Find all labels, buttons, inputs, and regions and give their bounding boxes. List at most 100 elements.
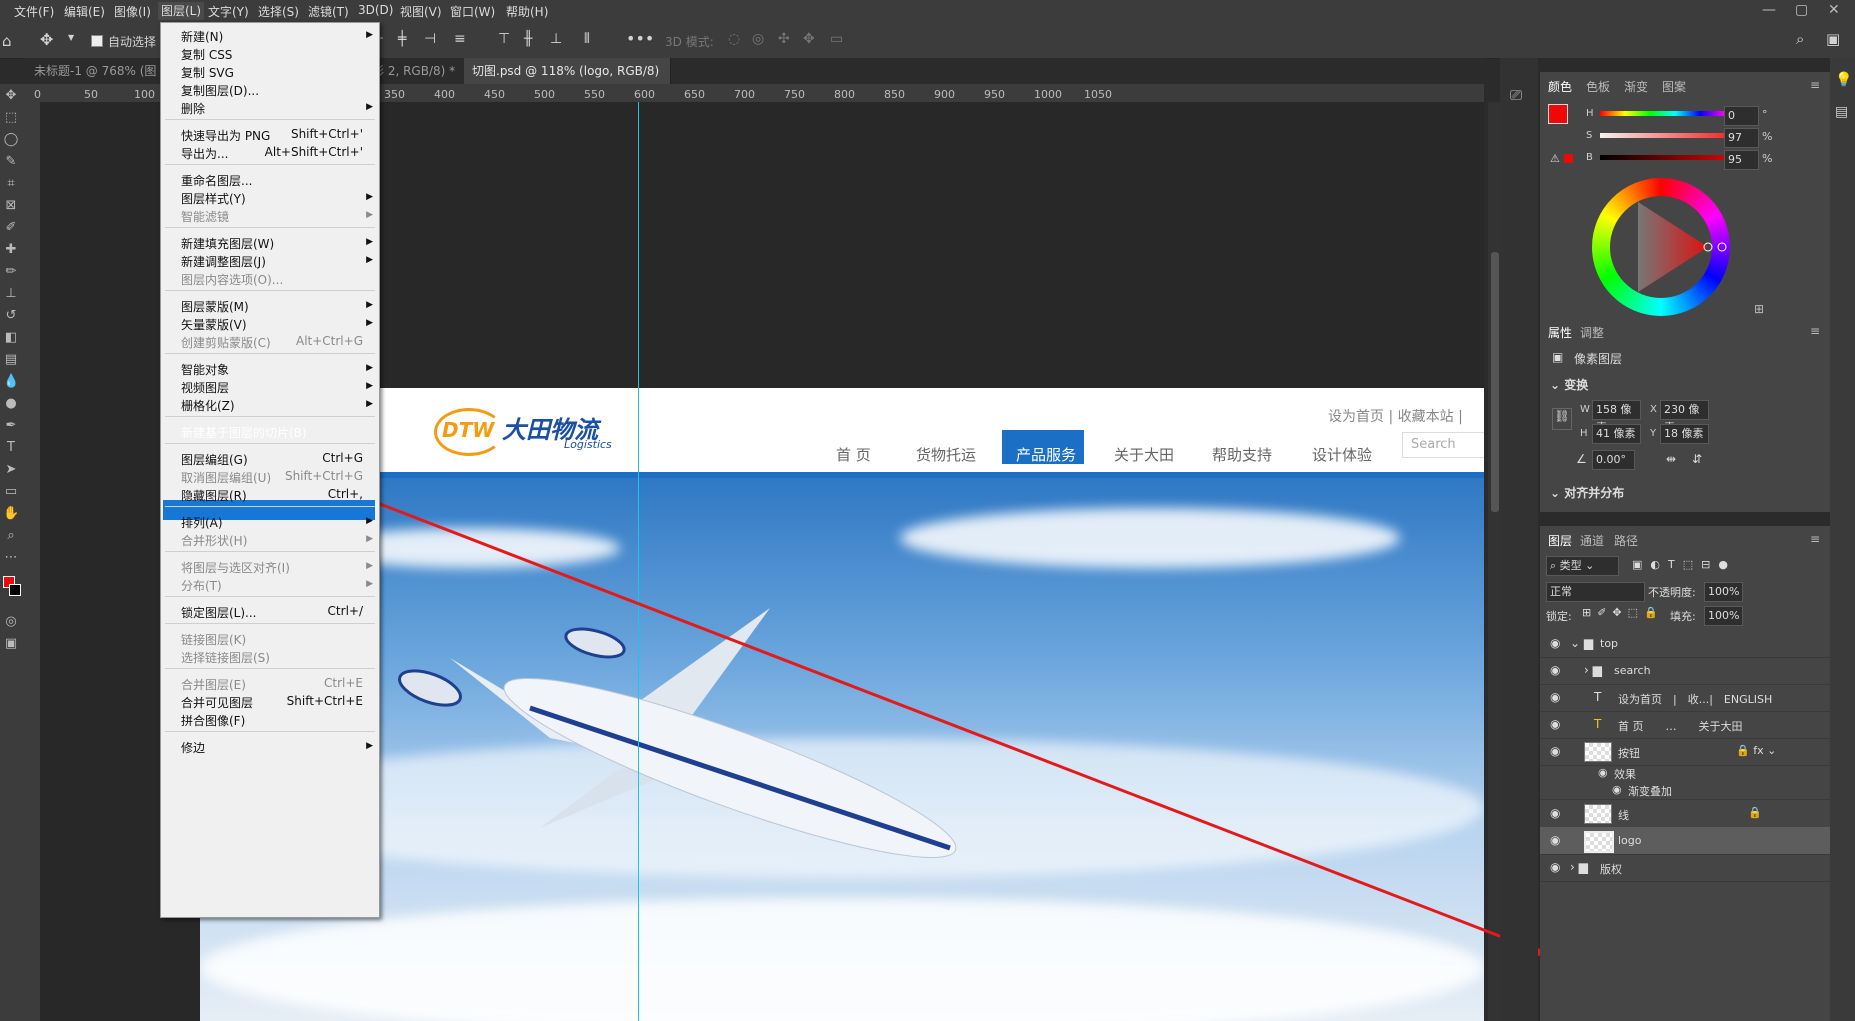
layer-row-text-nav[interactable]: ◉ T 首 页 … 关于大田 — [1540, 711, 1830, 739]
menu-item[interactable]: 复制 CSS — [181, 46, 232, 63]
menu-item[interactable]: 导出为... — [181, 145, 228, 162]
tab-gradients[interactable]: 渐变 — [1624, 78, 1648, 95]
tab-patterns[interactable]: 图案 — [1662, 78, 1686, 95]
tab-shape[interactable]: 形 2, RGB/8) * ✕ — [364, 58, 471, 104]
s-field[interactable]: 97 — [1724, 128, 1759, 148]
align-top-icon[interactable]: ⊤ — [498, 31, 510, 47]
menu-edit[interactable]: 编辑(E) — [64, 3, 105, 20]
screen-mode-icon[interactable]: ▣ — [3, 636, 19, 652]
scrollbar-thumb[interactable] — [1491, 252, 1499, 512]
x-field[interactable]: 230 像素 — [1660, 400, 1709, 434]
chevron-down-icon[interactable]: ▼ — [68, 33, 74, 42]
layer-row-button[interactable]: ◉ 按钮 🔒 fx ⌄ — [1540, 738, 1830, 766]
add-swatch-icon[interactable]: ⊞ — [1754, 302, 1764, 316]
workspace-icon[interactable]: ▣ — [1826, 30, 1840, 48]
history-icon[interactable]: ⎚ — [1510, 86, 1522, 104]
3d-orbit-icon[interactable]: ◌ — [728, 31, 740, 47]
background-color-swatch[interactable] — [9, 584, 21, 596]
height-field[interactable]: 41 像素 — [1592, 424, 1641, 444]
menu-item[interactable]: 隐藏图层(R) — [181, 487, 247, 504]
distribute-v-icon[interactable]: ⫴ — [584, 31, 590, 47]
menu-filter[interactable]: 滤镜(T) — [308, 3, 349, 20]
guide-line[interactable] — [638, 102, 639, 1021]
opacity-field[interactable]: 100% — [1704, 582, 1743, 602]
menu-item[interactable]: 图层蒙版(M) — [181, 298, 249, 315]
3d-pan-icon[interactable]: ✣ — [778, 31, 790, 47]
libraries-icon[interactable]: ▤ — [1835, 104, 1848, 120]
site-nav-about[interactable]: 关于大田 — [1114, 444, 1174, 465]
visibility-eye-icon[interactable]: ◉ — [1550, 806, 1560, 820]
tab-properties[interactable]: 属性 — [1548, 324, 1572, 341]
gradient-overlay-row[interactable]: ◉ 渐变叠加 — [1540, 781, 1830, 800]
frame-tool-icon[interactable]: ⊠ — [3, 198, 19, 214]
menu-item[interactable]: 拼合图像(F) — [181, 712, 245, 729]
menu-item[interactable]: 图层编组(G) — [181, 451, 248, 468]
color-wheel[interactable] — [1592, 178, 1730, 316]
link-wh-icon[interactable]: ⛓ — [1552, 408, 1572, 430]
tab-qietu[interactable]: 切图.psd @ 118% (logo, RGB/8) * ✕ — [464, 58, 671, 104]
layer-row-logo-selected[interactable]: ◉ logo — [1540, 827, 1830, 855]
menu-item[interactable]: 复制 SVG — [181, 64, 234, 81]
visibility-eye-icon[interactable]: ◉ — [1550, 717, 1560, 731]
menu-item[interactable]: 复制图层(D)... — [181, 82, 259, 99]
menu-item[interactable]: 删除 — [181, 100, 205, 117]
blur-icon[interactable]: 💧 — [3, 374, 19, 390]
visibility-eye-icon[interactable]: ◉ — [1550, 690, 1560, 704]
menu-item[interactable]: 新建(N) — [181, 28, 223, 45]
3d-slide-icon[interactable]: ✥ — [803, 31, 815, 47]
learn-icon[interactable]: 💡 — [1835, 72, 1852, 88]
site-nav-home[interactable]: 首 页 — [836, 444, 871, 465]
y-field[interactable]: 18 像素 — [1660, 424, 1709, 444]
lock-icons[interactable]: ⊞✐✥⬚🔒 — [1582, 606, 1664, 619]
type-tool-icon[interactable]: T — [3, 440, 19, 456]
menu-3d[interactable]: 3D(D) — [358, 3, 393, 17]
flip-horizontal-icon[interactable]: ⇹ — [1666, 452, 1676, 466]
visibility-eye-icon[interactable]: ◉ — [1550, 744, 1560, 758]
gradient-icon[interactable]: ▤ — [3, 352, 19, 368]
auto-select-checkbox[interactable] — [91, 35, 103, 47]
rectangle-tool-icon[interactable]: ▭ — [3, 484, 19, 500]
tab-channels[interactable]: 通道 — [1580, 532, 1604, 549]
hand-tool-icon[interactable]: ✋ — [3, 506, 19, 522]
align-right-icon[interactable]: ⊣ — [424, 31, 436, 47]
menu-item[interactable]: 栅格化(Z) — [181, 397, 235, 414]
zoom-tool-icon[interactable]: ⌕ — [3, 528, 19, 544]
layer-row-top[interactable]: ◉ ⌄ ▆ top — [1540, 630, 1830, 658]
eyedropper-icon[interactable]: ✐ — [3, 220, 19, 236]
menu-layer[interactable]: 图层(L) — [158, 2, 205, 20]
menu-select[interactable]: 选择(S) — [258, 3, 299, 20]
tab-paths[interactable]: 路径 — [1614, 532, 1638, 549]
b-field[interactable]: 95 — [1724, 150, 1759, 170]
panel-menu-icon[interactable]: ≡ — [1810, 532, 1820, 546]
effects-row[interactable]: ◉ 效果 — [1540, 765, 1830, 781]
visibility-eye-icon[interactable]: ◉ — [1550, 636, 1560, 650]
align-middle-icon[interactable]: ╫ — [524, 31, 532, 47]
menu-view[interactable]: 视图(V) — [400, 3, 442, 20]
layer-row-text-links[interactable]: ◉ T 设为首页 | 收...| ENGLISH — [1540, 684, 1830, 712]
h-field[interactable]: 0 — [1724, 106, 1759, 126]
blend-mode-select[interactable]: 正常 — [1546, 582, 1645, 602]
move-tool-icon[interactable]: ✥ — [3, 88, 19, 104]
3d-roll-icon[interactable]: ◎ — [752, 31, 764, 47]
tab-layers[interactable]: 图层 — [1548, 532, 1572, 549]
home-icon[interactable]: ⌂ — [2, 32, 12, 50]
effects-eye-icon[interactable]: ◉ — [1598, 766, 1608, 779]
width-field[interactable]: 158 像素 — [1592, 400, 1641, 434]
layer-filter-select[interactable]: ⌕ 类型 ⌄ — [1546, 556, 1619, 576]
menu-item[interactable]: 智能对象 — [181, 361, 229, 378]
gamut-swatch[interactable] — [1564, 154, 1573, 163]
menu-item[interactable]: 快速导出为 PNG — [181, 127, 270, 144]
search-icon[interactable]: ⌕ — [1796, 30, 1804, 48]
brush-tool-icon[interactable]: ✏ — [3, 264, 19, 280]
menu-item[interactable]: 新建调整图层(J) — [181, 253, 266, 270]
menu-image[interactable]: 图像(I) — [114, 3, 151, 20]
menu-item[interactable]: 排列(A) — [181, 514, 223, 531]
menu-item[interactable]: 锁定图层(L)... — [181, 604, 257, 621]
dodge-icon[interactable]: ● — [3, 396, 19, 412]
menu-item[interactable]: 图层样式(Y) — [181, 190, 246, 207]
site-search-input[interactable]: Search — [1402, 432, 1484, 458]
maximize-icon[interactable]: ▢ — [1795, 2, 1808, 18]
fill-field[interactable]: 100% — [1704, 606, 1743, 626]
gradient-eye-icon[interactable]: ◉ — [1612, 783, 1622, 796]
align-bottom-icon[interactable]: ⊥ — [550, 31, 562, 47]
